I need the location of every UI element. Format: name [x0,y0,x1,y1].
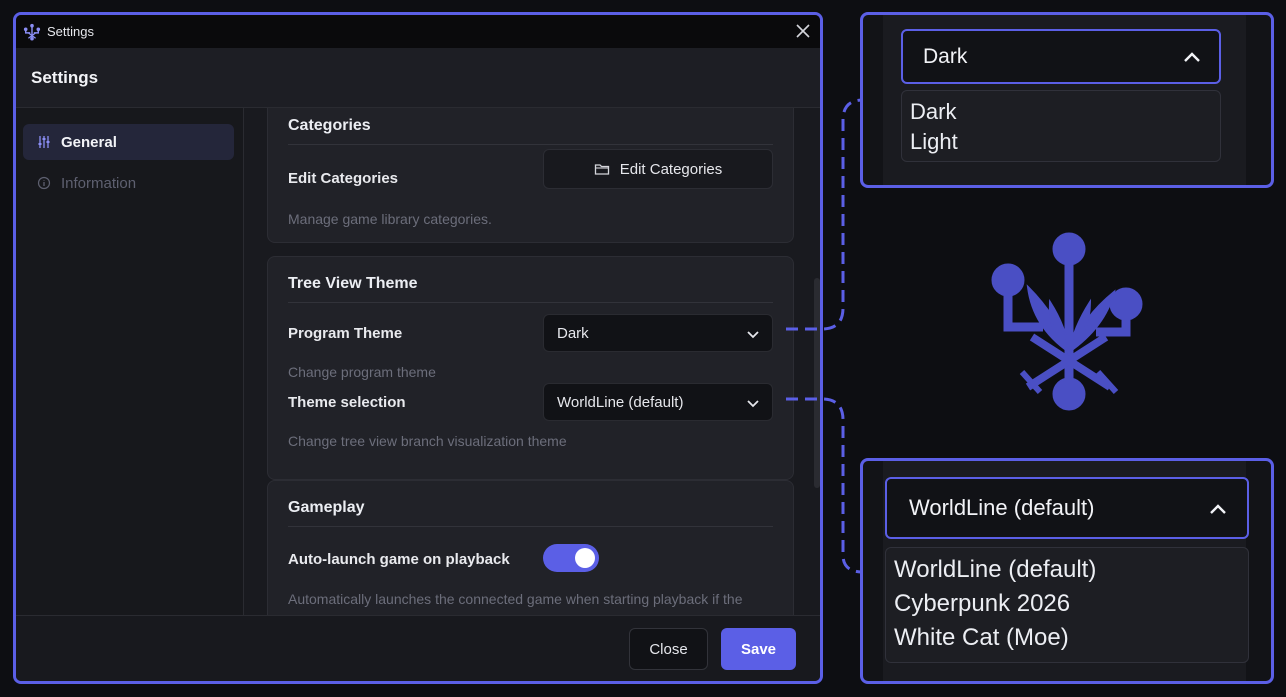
program-theme-callout: Dark Dark Light [860,12,1274,188]
menu-option-light[interactable]: Light [910,129,958,155]
menu-option-white-cat[interactable]: White Cat (Moe) [894,624,1069,652]
theme-selection-selected: WorldLine (default) [909,495,1095,520]
chevron-up-icon [1184,52,1200,62]
program-theme-selected: Dark [923,44,968,68]
menu-option-worldline[interactable]: WorldLine (default) [894,556,1096,584]
theme-selection-callout: WorldLine (default) WorldLine (default) … [860,458,1274,684]
program-theme-menu: Dark Light [901,90,1221,162]
app-logo-icon [991,232,1143,411]
menu-option-cyberpunk[interactable]: Cyberpunk 2026 [894,590,1070,618]
theme-selection-menu: WorldLine (default) Cyberpunk 2026 White… [885,547,1249,663]
menu-option-dark[interactable]: Dark [910,99,956,125]
program-theme-select-zoomed[interactable]: Dark [901,29,1221,84]
chevron-up-icon [1210,504,1226,514]
theme-selection-select-zoomed[interactable]: WorldLine (default) [885,477,1249,539]
